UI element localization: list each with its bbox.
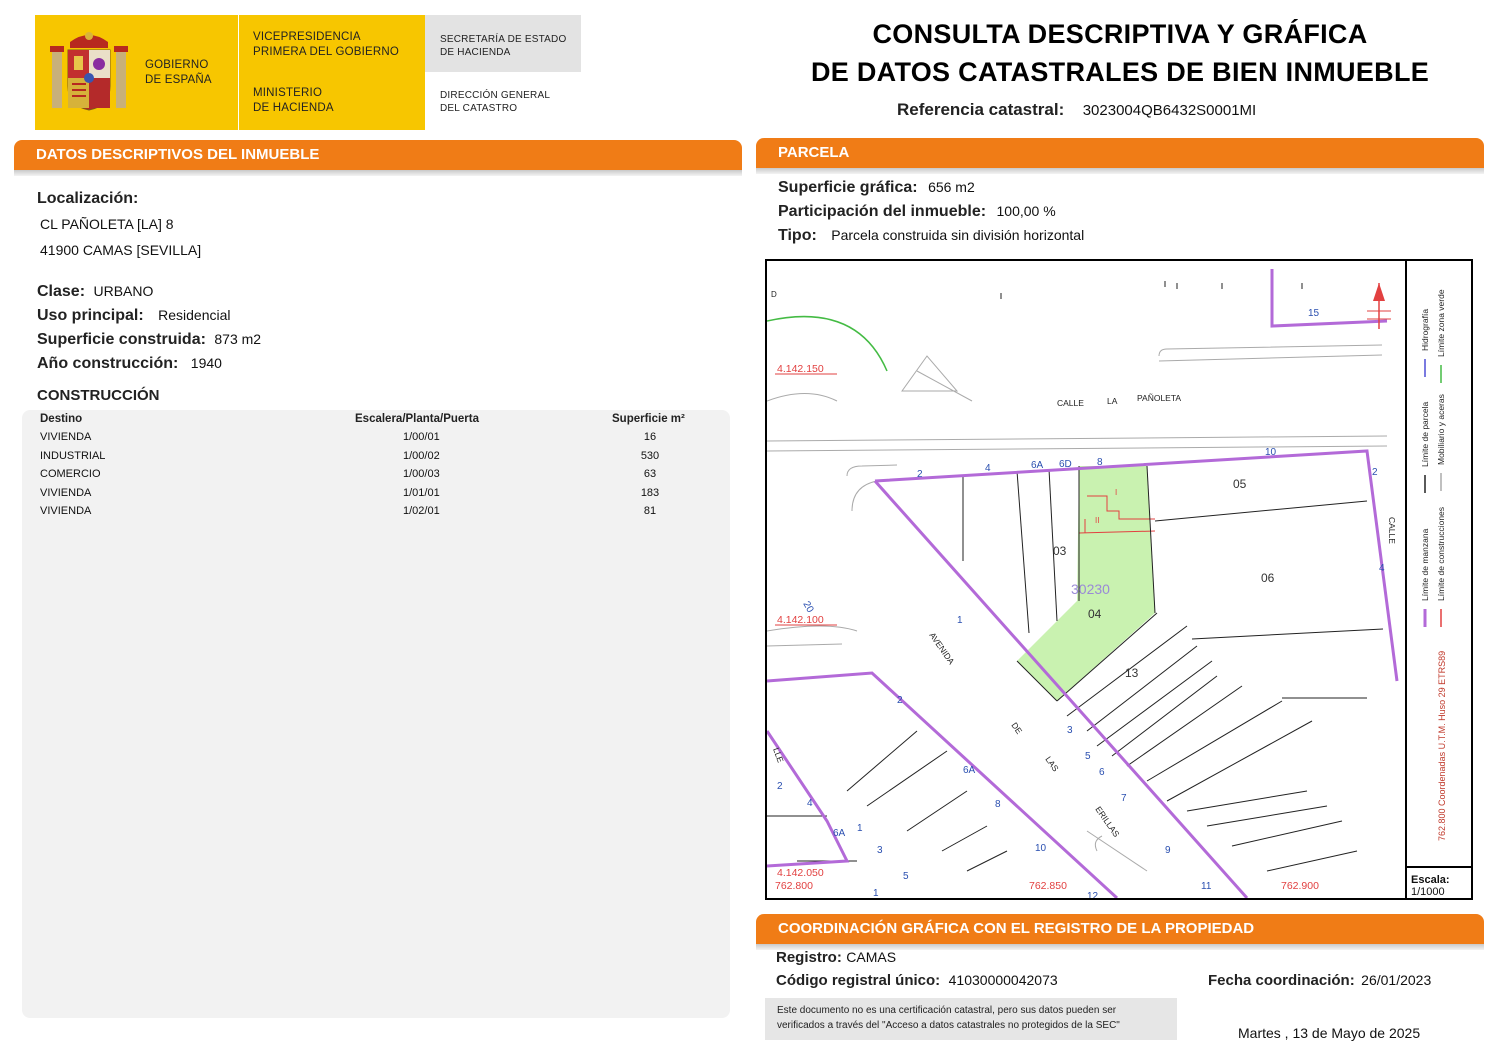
svg-text:DE: DE	[1009, 720, 1024, 736]
svg-text:ERILLAS: ERILLAS	[1093, 804, 1121, 839]
clase-row: Clase: URBANO	[37, 283, 154, 300]
svg-text:03: 03	[1053, 544, 1067, 558]
svg-text:6: 6	[1099, 767, 1105, 778]
table-row: VIVIENDA 1/01/01 183	[40, 486, 660, 499]
svg-text:Límite zona verde: Límite zona verde	[1436, 289, 1446, 357]
svg-text:5: 5	[903, 871, 909, 882]
address-line1: CL PAÑOLETA [LA] 8	[40, 216, 174, 232]
svg-text:3: 3	[1067, 725, 1073, 736]
svg-text:1: 1	[957, 615, 963, 626]
direccion-name: DIRECCIÓN GENERAL DEL CATASTRO	[440, 90, 551, 114]
svg-text:762.850: 762.850	[1029, 880, 1067, 892]
codigo-registral-row: Código registral único: 41030000042073	[776, 972, 1058, 989]
svg-text:CALLE: CALLE	[1387, 517, 1397, 544]
svg-text:2: 2	[917, 469, 923, 480]
svg-text:D: D	[771, 290, 777, 299]
svg-text:4: 4	[1379, 563, 1385, 574]
svg-text:13: 13	[1125, 666, 1139, 680]
svg-text:4: 4	[807, 798, 813, 809]
svg-text:LA: LA	[1107, 396, 1118, 406]
svg-text:6A: 6A	[963, 765, 976, 776]
svg-text:3: 3	[877, 845, 883, 856]
participacion-row: Participación del inmueble: 100,00 %	[778, 203, 1056, 220]
svg-text:762.800 Coordenadas U.T.M. Hus: 762.800 Coordenadas U.T.M. Huso 29 ETRS8…	[1437, 651, 1447, 841]
vicepresidencia-name: VICEPRESIDENCIA PRIMERA DEL GOBIERNO	[253, 31, 400, 58]
section-coordinacion: COORDINACIÓN GRÁFICA CON EL REGISTRO DE …	[756, 914, 1484, 944]
svg-text:06: 06	[1261, 571, 1275, 585]
svg-text:2: 2	[1372, 467, 1378, 478]
col-header-escalera: Escalera/Planta/Puerta	[355, 413, 480, 425]
svg-text:8: 8	[1097, 457, 1103, 468]
svg-text:05: 05	[1233, 477, 1247, 491]
section-datos-descriptivos: DATOS DESCRIPTIVOS DEL INMUEBLE	[14, 140, 742, 170]
svg-text:10: 10	[1265, 447, 1277, 458]
address-line2: 41900 CAMAS [SEVILLA]	[40, 242, 202, 258]
uso-row: Uso principal: Residencial	[37, 307, 231, 324]
construccion-title: CONSTRUCCIÓN	[37, 387, 160, 404]
table-row: VIVIENDA 1/02/01 81	[40, 505, 657, 517]
svg-text:5: 5	[1085, 751, 1091, 762]
footer-date: Martes , 13 de Mayo de 2025	[1238, 1025, 1421, 1041]
svg-text:2: 2	[897, 695, 903, 706]
referencia-catastral: Referencia catastral: 3023004QB6432S0001…	[897, 100, 1257, 119]
map-scale: Escala: 1/1000	[1411, 874, 1450, 898]
svg-text:20: 20	[800, 600, 815, 616]
svg-text:12: 12	[1087, 891, 1099, 898]
svg-text:7: 7	[1121, 793, 1127, 804]
svg-text:LLE: LLE	[771, 746, 786, 764]
svg-text:6A: 6A	[1031, 460, 1044, 471]
svg-text:CALLE: CALLE	[1057, 398, 1084, 408]
svg-text:Límite de manzana: Límite de manzana	[1420, 528, 1430, 601]
table-row: INDUSTRIAL 1/00/02 530	[40, 449, 660, 462]
svg-text:1: 1	[857, 823, 863, 834]
svg-text:LAS: LAS	[1043, 754, 1061, 773]
col-header-destino: Destino	[40, 413, 83, 425]
svg-text:10: 10	[1035, 843, 1047, 854]
svg-text:Límite de construcciones: Límite de construcciones	[1436, 507, 1446, 601]
svg-text:04: 04	[1088, 607, 1102, 621]
svg-text:9: 9	[1165, 845, 1171, 856]
svg-text:4.142.100: 4.142.100	[777, 614, 824, 626]
tipo-row: Tipo: Parcela construida sin división ho…	[778, 227, 1085, 244]
svg-text:6A: 6A	[833, 828, 846, 839]
registro-row: Registro: CAMAS	[776, 949, 897, 966]
coat-of-arms-icon	[50, 32, 128, 111]
svg-text:2: 2	[777, 781, 783, 792]
svg-text:Hidrografía: Hidrografía	[1420, 309, 1430, 351]
page-title: CONSULTA DESCRIPTIVA Y GRÁFICA DE DATOS …	[810, 19, 1430, 87]
anio-row: Año construcción: 1940	[37, 355, 222, 372]
map-legend: Límite de manzana Límite de parcela Hidr…	[1420, 289, 1447, 841]
svg-text:4.142.150: 4.142.150	[777, 363, 824, 375]
svg-text:6D: 6D	[1059, 459, 1072, 470]
table-row: VIVIENDA 1/00/01 16	[40, 431, 657, 443]
svg-text:Mobiliario y aceras: Mobiliario y aceras	[1436, 394, 1446, 465]
secretaria-name: SECRETARÍA DE ESTADO DE HACIENDA	[440, 34, 567, 58]
table-row: COMERCIO 1/00/03 63	[40, 468, 657, 480]
svg-text:4.142.050: 4.142.050	[777, 867, 824, 879]
col-header-superficie: Superficie m²	[612, 413, 685, 425]
localizacion-label: Localización:	[37, 190, 139, 207]
superficie-grafica-row: Superficie gráfica: 656 m2	[778, 179, 975, 196]
section-parcela: PARCELA	[756, 138, 1484, 168]
svg-text:I: I	[1115, 488, 1117, 497]
svg-text:11: 11	[1201, 881, 1212, 892]
ministerio-name: MINISTERIO DE HACIENDA	[253, 87, 334, 114]
disclaimer-note: Este documento no es una certificación c…	[765, 998, 1177, 1040]
svg-text:PAÑOLETA: PAÑOLETA	[1137, 393, 1181, 403]
svg-text:1: 1	[873, 888, 879, 898]
svg-text:AVENIDA: AVENIDA	[927, 630, 956, 666]
svg-text:Límite de parcela: Límite de parcela	[1420, 402, 1430, 467]
superficie-row: Superficie construida: 873 m2	[37, 331, 262, 348]
svg-text:4: 4	[985, 463, 991, 474]
svg-text:8: 8	[995, 799, 1001, 810]
construccion-table: VIVIENDA 1/00/01 16 INDUSTRIAL 1/00/02 5…	[40, 431, 700, 524]
svg-text:762.800: 762.800	[775, 880, 813, 892]
map-drawing: 4.142.150 4.142.100 4.142.050 762.800 76…	[767, 269, 1399, 898]
svg-text:762.900: 762.900	[1281, 880, 1319, 892]
fecha-coordinacion-row: Fecha coordinación: 26/01/2023	[1208, 972, 1432, 989]
svg-text:II: II	[1095, 516, 1099, 525]
gov-name: GOBIERNO DE ESPAÑA	[145, 59, 212, 86]
svg-text:15: 15	[1308, 308, 1320, 319]
svg-text:30230: 30230	[1071, 581, 1110, 597]
